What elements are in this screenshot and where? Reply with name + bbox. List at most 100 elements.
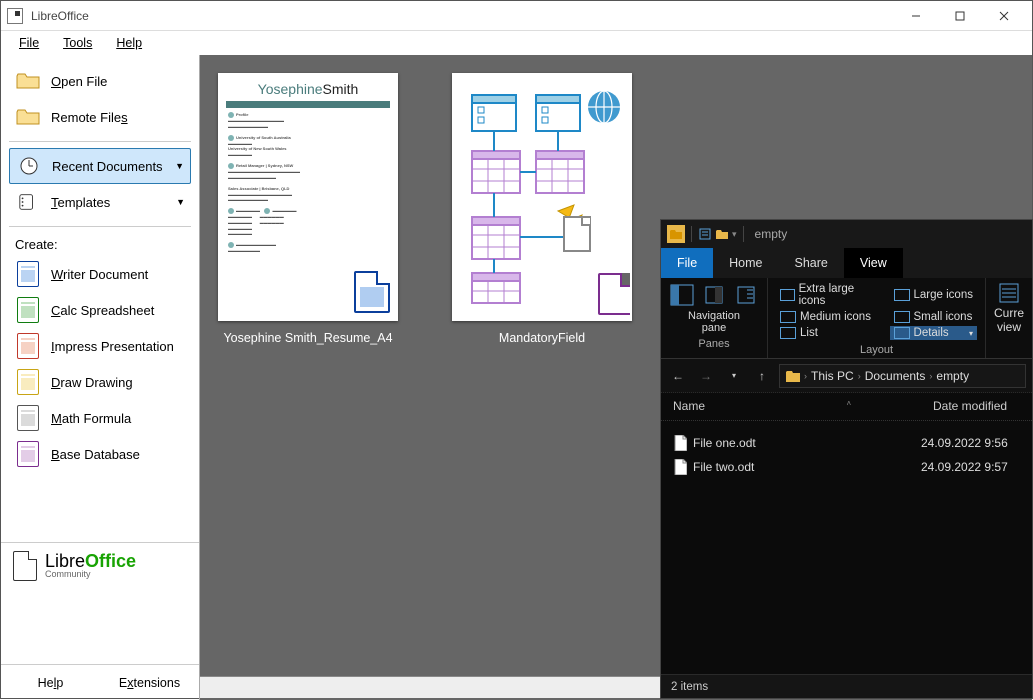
calc-icon [17,297,39,323]
forward-button[interactable]: → [695,365,717,387]
base-icon [17,441,39,467]
create-math[interactable]: Math Formula [9,400,191,436]
address-bar: ← → ▾ ↑ › This PC › Documents › empty [661,359,1032,393]
chevron-down-icon[interactable]: ▼ [175,161,184,171]
preview-pane-button[interactable] [701,282,727,308]
panes-group-label: Panes [698,338,729,350]
tab-home[interactable]: Home [713,248,778,278]
file-row[interactable]: File one.odt 24.09.2022 9:56 [661,431,1032,455]
create-draw[interactable]: Draw Drawing [9,364,191,400]
libreoffice-logo: LibreOfficeCommunity [1,542,199,595]
sidebar-help[interactable]: Help [1,665,100,700]
navigation-pane-label: Navigation pane [688,310,740,334]
writer-icon [17,261,39,287]
tab-share[interactable]: Share [779,248,844,278]
new-folder-icon[interactable] [715,227,729,241]
startcenter-sidebar: Open File Remote Files Recent Documents … [1,55,200,700]
clock-icon [16,155,42,177]
explorer-titlebar[interactable]: ▾ empty [661,220,1032,248]
layout-group-label: Layout [860,344,893,356]
navigation-pane-button[interactable] [669,282,695,308]
create-base[interactable]: Base Database [9,436,191,472]
sidebar-extensions[interactable]: Extensions [100,665,199,700]
sidebar-remote-files[interactable]: Remote Files [9,99,191,135]
menu-file[interactable]: File [11,34,47,52]
ribbon-tabs: File Home Share View [661,248,1032,278]
sidebar-open-file[interactable]: Open File [9,63,191,99]
menu-tools[interactable]: Tools [55,34,100,52]
create-impress[interactable]: Impress Presentation [9,328,191,364]
ribbon: Navigation pane Panes Extra large icons … [661,278,1032,359]
math-icon [17,405,39,431]
layout-extra-large[interactable]: Extra large icons [776,282,880,308]
sidebar-recent-documents[interactable]: Recent Documents ▼ [9,148,191,184]
file-date: 24.09.2022 9:57 [921,460,1008,474]
impress-icon [17,333,39,359]
back-button[interactable]: ← [667,365,689,387]
column-date[interactable]: Date modified [921,393,1019,420]
tab-file[interactable]: File [661,248,713,278]
qat-dropdown-icon[interactable]: ▾ [732,229,737,240]
create-label: Create: [1,233,199,256]
document-tile[interactable]: YosephineSmith Profile▬▬▬▬▬▬▬▬▬▬▬▬▬▬▬▬▬▬… [218,73,398,682]
folder-open-icon [15,70,41,92]
item-count: 2 items [671,681,708,693]
document-thumbnail[interactable]: YosephineSmith Profile▬▬▬▬▬▬▬▬▬▬▬▬▬▬▬▬▬▬… [218,73,398,321]
document-icon [673,459,687,475]
document-caption: MandatoryField [499,331,585,345]
layout-details[interactable]: Details▾ [890,326,977,340]
breadcrumb[interactable]: › This PC › Documents › empty [779,364,1026,388]
crumb-documents[interactable]: Documents [865,369,926,383]
writer-overlay-icon [354,271,390,313]
up-button[interactable]: ↑ [751,365,773,387]
ribbon-group-layout: Extra large icons Large icons Medium ico… [768,278,986,358]
recent-locations-button[interactable]: ▾ [723,365,745,387]
crumb-this-pc[interactable]: This PC [811,369,854,383]
file-name: File one.odt [693,436,756,450]
file-name: File two.odt [693,460,754,474]
chevron-down-icon[interactable]: ▼ [176,197,185,207]
document-icon [673,435,687,451]
create-writer[interactable]: Writer Document [9,256,191,292]
ribbon-group-panes: Navigation pane Panes [661,278,768,358]
libreoffice-titlebar[interactable]: LibreOffice [1,1,1032,31]
menu-help[interactable]: Help [108,34,150,52]
layout-large[interactable]: Large icons [890,282,977,308]
draw-icon [17,369,39,395]
sortby-icon[interactable] [998,282,1020,304]
list-header: Name˄ Date modified [661,393,1032,421]
ribbon-group-current-view: Curreview [986,278,1032,358]
column-name[interactable]: Name˄ [661,393,921,420]
libreoffice-app-icon [7,8,23,24]
properties-icon[interactable] [698,227,712,241]
crumb-empty[interactable]: empty [936,369,969,383]
document-thumbnail[interactable] [452,73,632,321]
file-row[interactable]: File two.odt 24.09.2022 9:57 [661,455,1032,479]
explorer-title: empty [755,227,788,241]
sidebar-templates[interactable]: Templates ▼ [9,184,191,220]
menubar: File Tools Help [1,31,1032,55]
quick-access-toolbar: ▾ [667,225,747,243]
explorer-statusbar: 2 items [661,674,1032,698]
document-tile[interactable]: MandatoryField [452,73,632,682]
create-calc[interactable]: Calc Spreadsheet [9,292,191,328]
details-pane-button[interactable] [733,282,759,308]
base-overlay-icon [598,273,632,315]
document-caption: Yosephine Smith_Resume_A4 [223,331,392,345]
file-date: 24.09.2022 9:56 [921,436,1008,450]
close-button[interactable] [982,2,1026,30]
folder-remote-icon [15,106,41,128]
file-list: Name˄ Date modified File one.odt 24.09.2… [661,393,1032,674]
maximize-button[interactable] [938,2,982,30]
folder-icon [786,370,800,382]
explorer-window[interactable]: ▾ empty File Home Share View Navigation … [660,219,1033,699]
layout-list[interactable]: List [776,326,880,340]
libreoffice-doc-icon [13,551,37,581]
templates-icon [15,191,41,213]
tab-view[interactable]: View [844,248,903,278]
folder-icon [667,225,685,243]
layout-medium[interactable]: Medium icons [776,310,880,324]
libreoffice-title: LibreOffice [31,9,89,23]
layout-small[interactable]: Small icons [890,310,977,324]
minimize-button[interactable] [894,2,938,30]
